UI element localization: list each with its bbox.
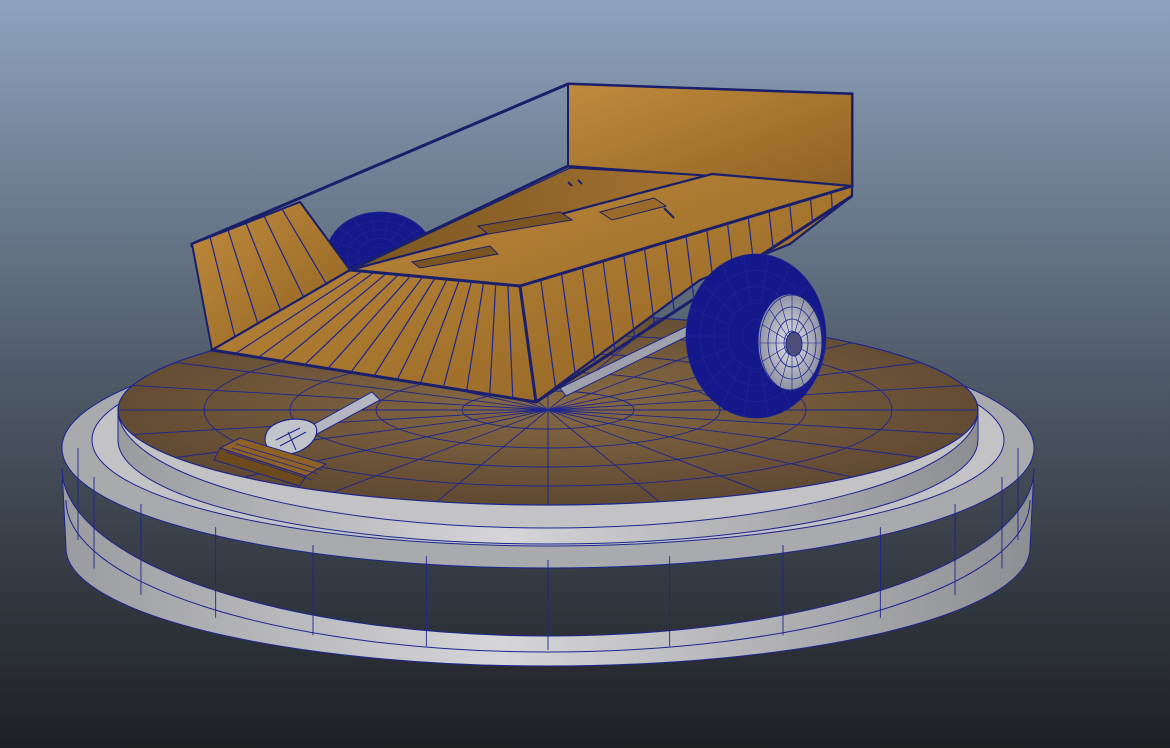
right-hub: [785, 331, 803, 357]
3d-viewport[interactable]: [0, 0, 1170, 748]
right-wheel[interactable]: [685, 253, 827, 419]
scene-canvas[interactable]: [0, 0, 1170, 748]
